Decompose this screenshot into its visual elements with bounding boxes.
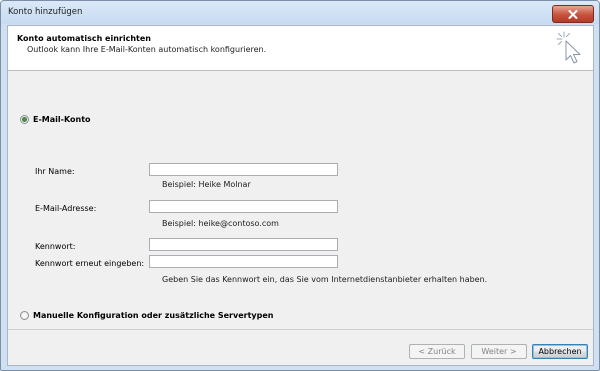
email-hint: Beispiel: heike@contoso.com xyxy=(162,219,279,228)
name-hint: Beispiel: Heike Molnar xyxy=(162,180,251,189)
password-input[interactable] xyxy=(149,238,338,251)
cancel-button[interactable]: Abbrechen xyxy=(532,344,588,359)
wizard-header: Konto automatisch einrichten Outlook kan… xyxy=(8,26,593,70)
back-button[interactable]: < Zurück xyxy=(409,344,465,359)
password-confirm-label: Kennwort erneut eingeben: xyxy=(35,259,145,268)
header-title: Konto automatisch einrichten xyxy=(17,34,151,43)
password-hint: Geben Sie das Kennwort ein, das Sie vom … xyxy=(162,275,488,284)
email-account-option[interactable]: E-Mail-Konto xyxy=(20,115,91,124)
close-icon xyxy=(568,9,578,19)
password-confirm-input[interactable] xyxy=(149,255,338,268)
email-account-label: E-Mail-Konto xyxy=(33,115,91,124)
manual-config-radio[interactable] xyxy=(20,311,29,320)
close-button[interactable] xyxy=(552,5,594,23)
email-account-radio[interactable] xyxy=(20,115,29,124)
name-input[interactable] xyxy=(149,163,338,176)
title-bar: Konto hinzufügen xyxy=(1,1,599,24)
wizard-footer: < Zurück Weiter > Abbrechen xyxy=(8,330,593,365)
window-title: Konto hinzufügen xyxy=(8,7,83,17)
email-label: E-Mail-Adresse: xyxy=(35,204,97,213)
radio-selected-dot xyxy=(22,117,27,122)
next-button[interactable]: Weiter > xyxy=(471,344,527,359)
manual-config-label: Manuelle Konfiguration oder zusätzliche … xyxy=(33,311,274,320)
wizard-body: E-Mail-Konto Ihr Name: Beispiel: Heike M… xyxy=(8,71,593,329)
manual-config-option[interactable]: Manuelle Konfiguration oder zusätzliche … xyxy=(20,311,273,320)
password-label: Kennwort: xyxy=(35,242,76,251)
email-input[interactable] xyxy=(149,200,338,213)
name-label: Ihr Name: xyxy=(35,167,75,176)
wizard-cursor-icon xyxy=(556,31,581,64)
header-subtitle: Outlook kann Ihre E-Mail-Konten automati… xyxy=(27,45,267,54)
dialog-client: Konto automatisch einrichten Outlook kan… xyxy=(7,25,594,366)
dialog-window: Konto hinzufügen Konto automatisch einri… xyxy=(0,0,600,371)
